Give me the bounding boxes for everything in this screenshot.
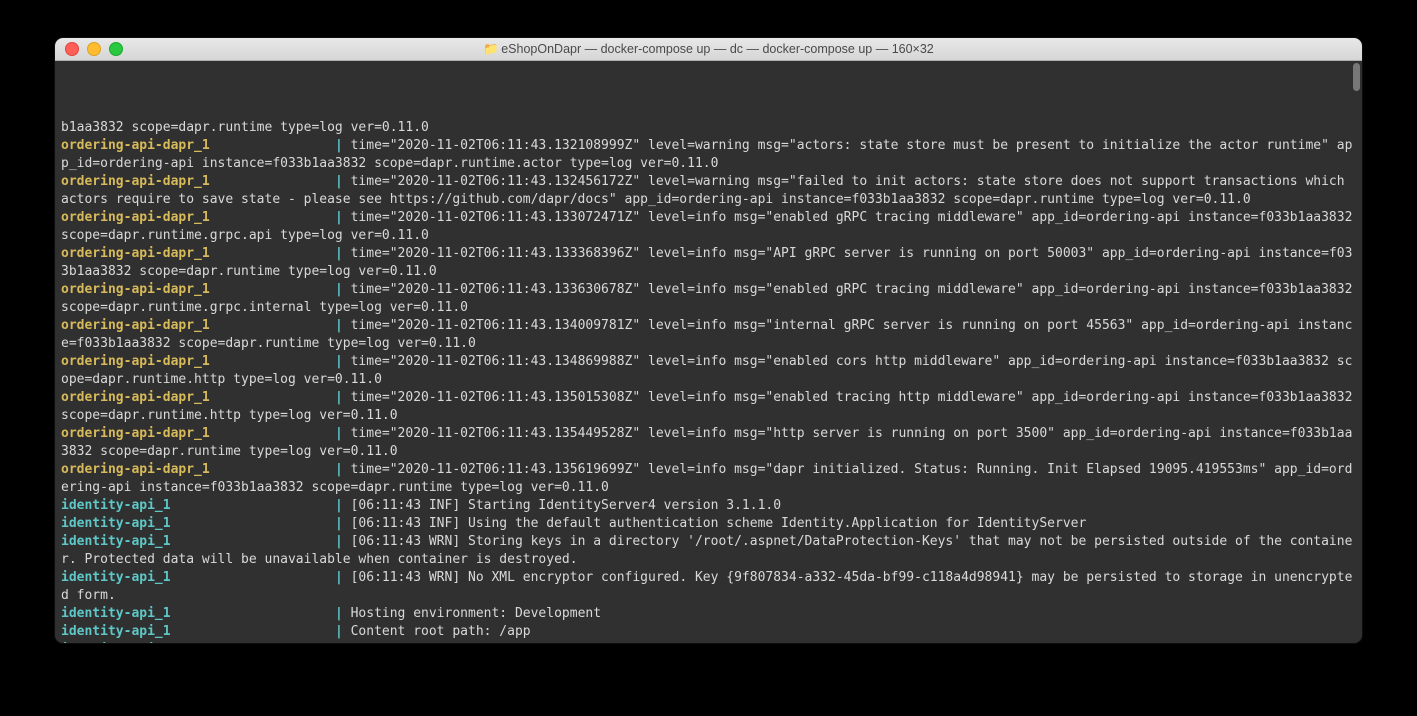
log-source: identity-api_1 <box>61 624 335 639</box>
log-source: ordering-api-dapr_1 <box>61 210 335 225</box>
log-message: b1aa3832 scope=dapr.runtime type=log ver… <box>61 120 429 135</box>
window-title: 📁 eShopOnDapr — docker-compose up — dc —… <box>55 42 1362 56</box>
log-line: ordering-api-dapr_1 | time="2020-11-02T0… <box>61 245 1356 281</box>
log-separator: | <box>335 138 351 153</box>
log-line: identity-api_1 | [06:11:43 INF] Using th… <box>61 515 1356 533</box>
log-line: b1aa3832 scope=dapr.runtime type=log ver… <box>61 119 1356 137</box>
log-source: ordering-api-dapr_1 <box>61 462 335 477</box>
maximize-icon[interactable] <box>109 42 123 56</box>
traffic-lights <box>55 42 123 56</box>
log-line: identity-api_1 | [06:11:43 WRN] No XML e… <box>61 569 1356 605</box>
log-source: ordering-api-dapr_1 <box>61 354 335 369</box>
titlebar[interactable]: 📁 eShopOnDapr — docker-compose up — dc —… <box>55 38 1362 61</box>
log-source: ordering-api-dapr_1 <box>61 282 335 297</box>
folder-icon: 📁 <box>483 43 497 56</box>
log-separator: | <box>335 390 351 405</box>
log-separator: | <box>335 462 351 477</box>
log-message: Hosting environment: Development <box>351 606 601 621</box>
log-line: ordering-api-dapr_1 | time="2020-11-02T0… <box>61 425 1356 461</box>
log-line: ordering-api-dapr_1 | time="2020-11-02T0… <box>61 389 1356 425</box>
terminal-output[interactable]: b1aa3832 scope=dapr.runtime type=log ver… <box>55 61 1362 643</box>
log-message: [06:11:43 INF] Starting IdentityServer4 … <box>351 498 781 513</box>
log-source: identity-api_1 <box>61 642 335 643</box>
log-source: identity-api_1 <box>61 570 335 585</box>
log-separator: | <box>335 570 351 585</box>
log-source: identity-api_1 <box>61 534 335 549</box>
log-line: ordering-api-dapr_1 | time="2020-11-02T0… <box>61 461 1356 497</box>
log-separator: | <box>335 642 351 643</box>
minimize-icon[interactable] <box>87 42 101 56</box>
log-message: Content root path: /app <box>351 624 531 639</box>
scrollbar-thumb[interactable] <box>1353 63 1360 91</box>
log-message: Now listening on: http://0.0.0.0:80 <box>351 642 625 643</box>
log-separator: | <box>335 354 351 369</box>
log-source: identity-api_1 <box>61 498 335 513</box>
log-line: identity-api_1 | Hosting environment: De… <box>61 605 1356 623</box>
terminal-window: 📁 eShopOnDapr — docker-compose up — dc —… <box>55 38 1362 643</box>
log-source: ordering-api-dapr_1 <box>61 138 335 153</box>
log-line: identity-api_1 | [06:11:43 WRN] Storing … <box>61 533 1356 569</box>
log-separator: | <box>335 426 351 441</box>
log-separator: | <box>335 624 351 639</box>
log-separator: | <box>335 174 351 189</box>
log-line: ordering-api-dapr_1 | time="2020-11-02T0… <box>61 317 1356 353</box>
log-source: ordering-api-dapr_1 <box>61 390 335 405</box>
log-separator: | <box>335 210 351 225</box>
log-line: ordering-api-dapr_1 | time="2020-11-02T0… <box>61 137 1356 173</box>
log-source: identity-api_1 <box>61 516 335 531</box>
log-separator: | <box>335 246 351 261</box>
log-source: ordering-api-dapr_1 <box>61 246 335 261</box>
log-source: ordering-api-dapr_1 <box>61 426 335 441</box>
log-separator: | <box>335 606 351 621</box>
close-icon[interactable] <box>65 42 79 56</box>
log-source: identity-api_1 <box>61 606 335 621</box>
log-line: identity-api_1 | Content root path: /app <box>61 623 1356 641</box>
log-separator: | <box>335 516 351 531</box>
log-line: identity-api_1 | [06:11:43 INF] Starting… <box>61 497 1356 515</box>
log-separator: | <box>335 282 351 297</box>
log-separator: | <box>335 498 351 513</box>
log-line: ordering-api-dapr_1 | time="2020-11-02T0… <box>61 209 1356 245</box>
log-source: ordering-api-dapr_1 <box>61 318 335 333</box>
log-message: [06:11:43 INF] Using the default authent… <box>351 516 1087 531</box>
log-separator: | <box>335 318 351 333</box>
log-line: identity-api_1 | Now listening on: http:… <box>61 641 1356 643</box>
log-source: ordering-api-dapr_1 <box>61 174 335 189</box>
log-line: ordering-api-dapr_1 | time="2020-11-02T0… <box>61 281 1356 317</box>
log-line: ordering-api-dapr_1 | time="2020-11-02T0… <box>61 353 1356 389</box>
log-line: ordering-api-dapr_1 | time="2020-11-02T0… <box>61 173 1356 209</box>
window-title-text: eShopOnDapr — docker-compose up — dc — d… <box>501 42 934 56</box>
log-separator: | <box>335 534 351 549</box>
